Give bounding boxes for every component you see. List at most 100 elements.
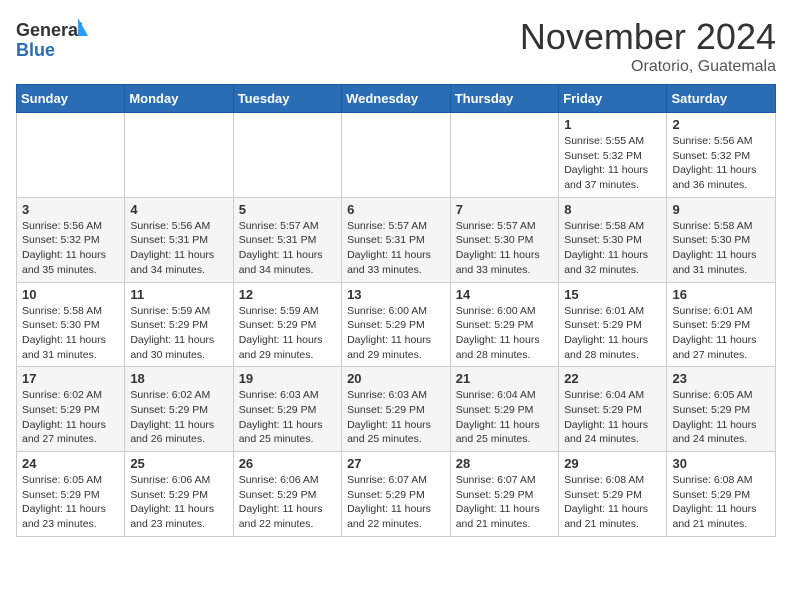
- day-number: 8: [564, 202, 661, 217]
- weekday-header: Sunday: [17, 85, 125, 113]
- day-number: 21: [456, 371, 553, 386]
- calendar-cell: [17, 113, 125, 198]
- weekday-header: Saturday: [667, 85, 776, 113]
- calendar-week-row: 10 Sunrise: 5:58 AM Sunset: 5:30 PM Dayli…: [17, 282, 776, 367]
- calendar-cell: 12 Sunrise: 5:59 AM Sunset: 5:29 PM Dayli…: [233, 282, 341, 367]
- day-number: 23: [672, 371, 770, 386]
- day-info: Sunrise: 6:04 AM Sunset: 5:29 PM Dayligh…: [456, 388, 553, 447]
- day-number: 22: [564, 371, 661, 386]
- day-info: Sunrise: 5:59 AM Sunset: 5:29 PM Dayligh…: [130, 304, 227, 363]
- day-number: 6: [347, 202, 445, 217]
- calendar-cell: 28 Sunrise: 6:07 AM Sunset: 5:29 PM Dayli…: [450, 452, 558, 537]
- day-number: 12: [239, 287, 336, 302]
- day-info: Sunrise: 5:56 AM Sunset: 5:31 PM Dayligh…: [130, 219, 227, 278]
- day-number: 20: [347, 371, 445, 386]
- weekday-header: Wednesday: [342, 85, 451, 113]
- day-number: 3: [22, 202, 119, 217]
- calendar-cell: 10 Sunrise: 5:58 AM Sunset: 5:30 PM Dayli…: [17, 282, 125, 367]
- calendar-cell: 5 Sunrise: 5:57 AM Sunset: 5:31 PM Daylig…: [233, 197, 341, 282]
- day-number: 5: [239, 202, 336, 217]
- day-info: Sunrise: 5:56 AM Sunset: 5:32 PM Dayligh…: [22, 219, 119, 278]
- day-info: Sunrise: 5:57 AM Sunset: 5:30 PM Dayligh…: [456, 219, 553, 278]
- day-info: Sunrise: 5:56 AM Sunset: 5:32 PM Dayligh…: [672, 134, 770, 193]
- day-number: 24: [22, 456, 119, 471]
- day-number: 7: [456, 202, 553, 217]
- calendar-cell: [450, 113, 558, 198]
- day-info: Sunrise: 5:58 AM Sunset: 5:30 PM Dayligh…: [672, 219, 770, 278]
- calendar-cell: 29 Sunrise: 6:08 AM Sunset: 5:29 PM Dayli…: [559, 452, 667, 537]
- calendar-cell: 23 Sunrise: 6:05 AM Sunset: 5:29 PM Dayli…: [667, 367, 776, 452]
- day-info: Sunrise: 6:01 AM Sunset: 5:29 PM Dayligh…: [564, 304, 661, 363]
- weekday-header: Tuesday: [233, 85, 341, 113]
- month-title: November 2024: [520, 16, 776, 58]
- day-info: Sunrise: 6:05 AM Sunset: 5:29 PM Dayligh…: [672, 388, 770, 447]
- logo-svg: GeneralBlue: [16, 16, 96, 60]
- location-subtitle: Oratorio, Guatemala: [520, 58, 776, 76]
- day-info: Sunrise: 5:57 AM Sunset: 5:31 PM Dayligh…: [239, 219, 336, 278]
- day-number: 18: [130, 371, 227, 386]
- svg-text:General: General: [16, 20, 83, 40]
- day-info: Sunrise: 5:57 AM Sunset: 5:31 PM Dayligh…: [347, 219, 445, 278]
- day-info: Sunrise: 5:55 AM Sunset: 5:32 PM Dayligh…: [564, 134, 661, 193]
- calendar-cell: [125, 113, 233, 198]
- day-info: Sunrise: 6:02 AM Sunset: 5:29 PM Dayligh…: [22, 388, 119, 447]
- calendar-week-row: 24 Sunrise: 6:05 AM Sunset: 5:29 PM Dayli…: [17, 452, 776, 537]
- calendar-cell: [233, 113, 341, 198]
- day-number: 1: [564, 117, 661, 132]
- calendar-cell: 1 Sunrise: 5:55 AM Sunset: 5:32 PM Daylig…: [559, 113, 667, 198]
- day-info: Sunrise: 6:03 AM Sunset: 5:29 PM Dayligh…: [347, 388, 445, 447]
- day-info: Sunrise: 6:08 AM Sunset: 5:29 PM Dayligh…: [672, 473, 770, 532]
- day-number: 4: [130, 202, 227, 217]
- calendar-cell: 30 Sunrise: 6:08 AM Sunset: 5:29 PM Dayli…: [667, 452, 776, 537]
- logo: GeneralBlue: [16, 16, 96, 60]
- day-number: 2: [672, 117, 770, 132]
- day-number: 28: [456, 456, 553, 471]
- day-number: 13: [347, 287, 445, 302]
- day-info: Sunrise: 5:58 AM Sunset: 5:30 PM Dayligh…: [22, 304, 119, 363]
- day-info: Sunrise: 6:07 AM Sunset: 5:29 PM Dayligh…: [456, 473, 553, 532]
- day-number: 10: [22, 287, 119, 302]
- day-info: Sunrise: 6:08 AM Sunset: 5:29 PM Dayligh…: [564, 473, 661, 532]
- page-header: GeneralBlue November 2024 Oratorio, Guat…: [16, 16, 776, 76]
- calendar-cell: 19Sunrise: 6:03 AM Sunset: 5:29 PM Dayli…: [233, 367, 341, 452]
- day-number: 16: [672, 287, 770, 302]
- calendar-week-row: 17Sunrise: 6:02 AM Sunset: 5:29 PM Dayli…: [17, 367, 776, 452]
- calendar-cell: 13 Sunrise: 6:00 AM Sunset: 5:29 PM Dayli…: [342, 282, 451, 367]
- calendar-cell: 15 Sunrise: 6:01 AM Sunset: 5:29 PM Dayli…: [559, 282, 667, 367]
- calendar-cell: 24 Sunrise: 6:05 AM Sunset: 5:29 PM Dayli…: [17, 452, 125, 537]
- day-info: Sunrise: 6:01 AM Sunset: 5:29 PM Dayligh…: [672, 304, 770, 363]
- day-number: 30: [672, 456, 770, 471]
- calendar-cell: 4 Sunrise: 5:56 AM Sunset: 5:31 PM Daylig…: [125, 197, 233, 282]
- calendar-cell: 21 Sunrise: 6:04 AM Sunset: 5:29 PM Dayli…: [450, 367, 558, 452]
- calendar-cell: 27Sunrise: 6:07 AM Sunset: 5:29 PM Dayli…: [342, 452, 451, 537]
- calendar-cell: 9Sunrise: 5:58 AM Sunset: 5:30 PM Daylig…: [667, 197, 776, 282]
- day-info: Sunrise: 6:03 AM Sunset: 5:29 PM Dayligh…: [239, 388, 336, 447]
- calendar-cell: 16 Sunrise: 6:01 AM Sunset: 5:29 PM Dayli…: [667, 282, 776, 367]
- day-info: Sunrise: 6:06 AM Sunset: 5:29 PM Dayligh…: [130, 473, 227, 532]
- svg-text:Blue: Blue: [16, 40, 55, 60]
- calendar-week-row: 1 Sunrise: 5:55 AM Sunset: 5:32 PM Daylig…: [17, 113, 776, 198]
- day-number: 26: [239, 456, 336, 471]
- weekday-header: Thursday: [450, 85, 558, 113]
- calendar-cell: 8Sunrise: 5:58 AM Sunset: 5:30 PM Daylig…: [559, 197, 667, 282]
- calendar-table: SundayMondayTuesdayWednesdayThursdayFrid…: [16, 84, 776, 537]
- calendar-cell: 2 Sunrise: 5:56 AM Sunset: 5:32 PM Daylig…: [667, 113, 776, 198]
- day-info: Sunrise: 6:05 AM Sunset: 5:29 PM Dayligh…: [22, 473, 119, 532]
- calendar-cell: 22Sunrise: 6:04 AM Sunset: 5:29 PM Dayli…: [559, 367, 667, 452]
- calendar-cell: 6 Sunrise: 5:57 AM Sunset: 5:31 PM Daylig…: [342, 197, 451, 282]
- calendar-cell: 3 Sunrise: 5:56 AM Sunset: 5:32 PM Daylig…: [17, 197, 125, 282]
- calendar-header-row: SundayMondayTuesdayWednesdayThursdayFrid…: [17, 85, 776, 113]
- day-number: 29: [564, 456, 661, 471]
- day-number: 27: [347, 456, 445, 471]
- day-number: 25: [130, 456, 227, 471]
- calendar-cell: 7 Sunrise: 5:57 AM Sunset: 5:30 PM Daylig…: [450, 197, 558, 282]
- calendar-cell: 11Sunrise: 5:59 AM Sunset: 5:29 PM Dayli…: [125, 282, 233, 367]
- day-info: Sunrise: 6:00 AM Sunset: 5:29 PM Dayligh…: [456, 304, 553, 363]
- day-number: 15: [564, 287, 661, 302]
- calendar-cell: [342, 113, 451, 198]
- day-info: Sunrise: 6:00 AM Sunset: 5:29 PM Dayligh…: [347, 304, 445, 363]
- calendar-week-row: 3 Sunrise: 5:56 AM Sunset: 5:32 PM Daylig…: [17, 197, 776, 282]
- day-number: 14: [456, 287, 553, 302]
- day-info: Sunrise: 5:59 AM Sunset: 5:29 PM Dayligh…: [239, 304, 336, 363]
- day-info: Sunrise: 6:06 AM Sunset: 5:29 PM Dayligh…: [239, 473, 336, 532]
